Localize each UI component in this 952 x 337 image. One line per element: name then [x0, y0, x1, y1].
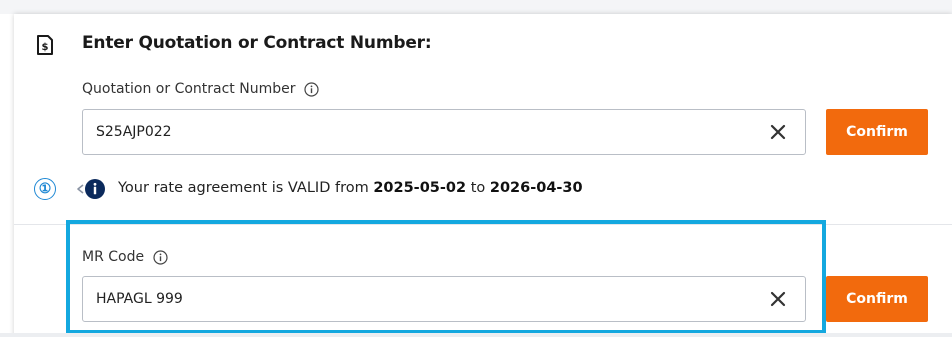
quotation-number-input[interactable]	[82, 109, 806, 155]
section-title: Enter Quotation or Contract Number:	[82, 33, 432, 53]
quotation-label-text: Quotation or Contract Number	[82, 81, 296, 97]
quotation-field-label: Quotation or Contract Number	[82, 81, 320, 97]
close-icon[interactable]	[769, 123, 787, 141]
validity-text: Your rate agreement is VALID from	[118, 180, 369, 196]
top-background-strip	[0, 0, 952, 14]
rate-validity-message: Your rate agreement is VALID from 2025-0…	[118, 180, 583, 196]
svg-text:$: $	[42, 42, 49, 53]
mr-code-highlight-box	[66, 220, 826, 334]
document-dollar-icon: $	[36, 35, 54, 55]
mr-code-confirm-button[interactable]: Confirm	[826, 276, 928, 322]
valid-to-date: 2026-04-30	[489, 180, 583, 196]
info-icon[interactable]	[304, 81, 320, 97]
step-marker: ①	[34, 178, 56, 200]
valid-from-date: 2025-05-02	[373, 180, 467, 196]
quotation-confirm-button[interactable]: Confirm	[826, 109, 928, 155]
bottom-edge	[0, 333, 952, 337]
info-badge-icon	[74, 176, 110, 202]
validity-connector: to	[470, 180, 486, 196]
